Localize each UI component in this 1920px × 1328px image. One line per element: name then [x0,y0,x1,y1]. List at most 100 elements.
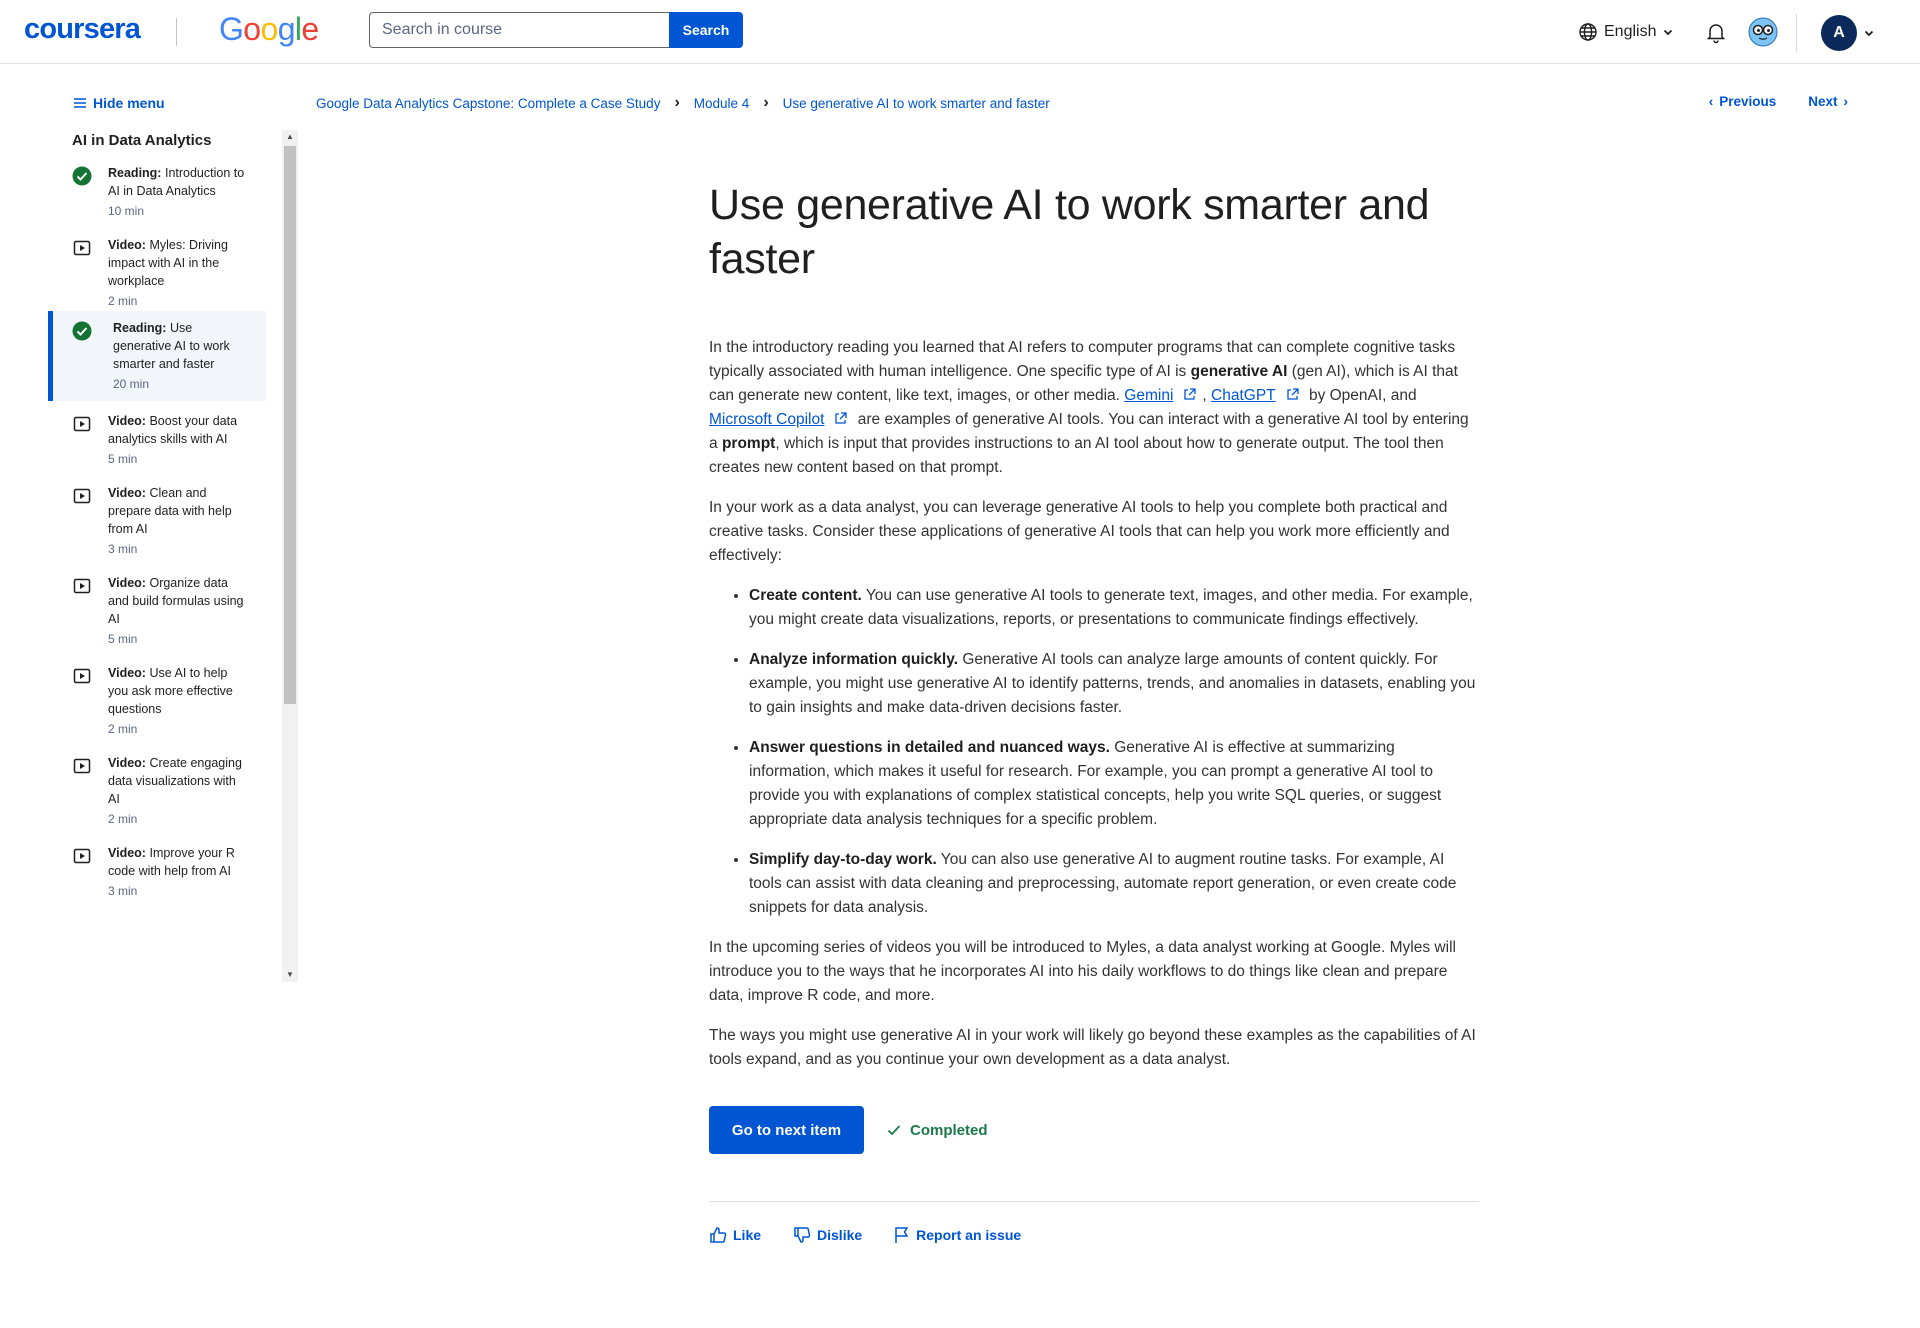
list-item: Simplify day-to-day work. You can also u… [749,848,1479,920]
completed-label: Completed [910,1121,988,1139]
header-divider [1796,14,1797,52]
chevron-left-icon: ‹ [1708,94,1714,109]
sidebar-item-title: Reading: Use generative AI to work smart… [113,321,230,371]
scroll-down-arrow-icon[interactable]: ▼ [285,970,295,980]
sidebar-item[interactable]: Video: Create engaging data visualizatio… [48,754,266,828]
flag-icon [895,1227,909,1243]
language-label: English [1604,23,1657,40]
reading-content: Use generative AI to work smarter and fa… [709,178,1479,1244]
chatgpt-link[interactable]: ChatGPT [1211,387,1276,404]
gemini-link[interactable]: Gemini [1124,387,1173,404]
thumbs-down-icon [794,1227,811,1243]
external-link-icon [835,412,848,424]
menu-icon [74,98,86,108]
scroll-thumb[interactable] [284,146,296,704]
sidebar-item[interactable]: Video: Organize data and build formulas … [48,574,266,648]
sidebar-item-duration: 3 min [108,884,138,898]
go-to-next-item-button[interactable]: Go to next item [709,1106,864,1154]
top-header: coursera Google Search English A [0,0,1920,64]
sidebar-item[interactable]: Video: Use AI to help you ask more effec… [48,664,266,738]
play-video-icon [73,240,91,256]
list-item: Analyze information quickly. Generative … [749,648,1479,720]
sidebar-item-duration: 10 min [108,204,145,218]
check-circle-icon [72,321,92,341]
external-link-icon [1286,388,1299,400]
sidebar-item[interactable]: Reading: Use generative AI to work smart… [48,311,266,401]
sidebar-item-duration: 2 min [108,294,138,308]
sidebar-item-duration: 3 min [108,542,138,556]
breadcrumb: Google Data Analytics Capstone: Complete… [316,94,1050,112]
avatar[interactable]: A [1821,15,1857,51]
play-video-icon [73,578,91,594]
language-selector[interactable]: English [1578,20,1674,44]
sidebar-item-title: Video: Use AI to help you ask more effec… [108,666,233,716]
applications-list: Create content. You can use generative A… [709,584,1479,920]
play-video-icon [73,848,91,864]
hide-menu-label: Hide menu [93,95,165,111]
sidebar-item-title: Video: Organize data and build formulas … [108,576,244,626]
like-button[interactable]: Like [709,1226,761,1244]
hide-menu-button[interactable]: Hide menu [73,95,165,111]
chevron-right-icon: › [674,94,680,111]
item-navigation: ‹ Previous Next › [1703,94,1854,109]
completion-actions: Go to next item Completed [709,1106,1479,1154]
sidebar-item[interactable]: Video: Boost your data analytics skills … [48,412,266,468]
globe-icon [1579,23,1597,41]
list-item: Create content. You can use generative A… [749,584,1479,632]
chevron-down-icon[interactable] [1863,27,1875,39]
dislike-button[interactable]: Dislike [793,1226,862,1244]
paragraph: In the introductory reading you learned … [709,339,1469,476]
feedback-bar: Like Dislike Report an issue [709,1226,1479,1244]
previous-button[interactable]: ‹ Previous [1703,94,1777,109]
article-body: In the introductory reading you learned … [709,336,1479,1072]
sidebar-item-title: Video: Create engaging data visualizatio… [108,756,242,806]
report-issue-button[interactable]: Report an issue [894,1226,1021,1244]
external-link-icon [1184,388,1197,400]
sidebar-item-duration: 2 min [108,722,138,736]
sidebar-item-title: Video: Boost your data analytics skills … [108,414,238,446]
sidebar-item-duration: 20 min [113,377,150,391]
sidebar-item-title: Video: Clean and prepare data with help … [108,486,232,536]
bell-icon[interactable] [1704,20,1728,44]
breadcrumb-course[interactable]: Google Data Analytics Capstone: Complete… [316,96,660,111]
chevron-right-icon: › [1843,94,1849,109]
content-divider [709,1201,1479,1202]
sidebar-item[interactable]: Video: Improve your R code with help fro… [48,844,266,900]
logo-divider [176,18,177,46]
breadcrumb-current[interactable]: Use generative AI to work smarter and fa… [783,96,1050,111]
sidebar-scrollbar[interactable]: ▲ ▼ [282,130,298,982]
course-sidebar: Hide menu AI in Data Analytics Reading: … [0,64,300,982]
next-button[interactable]: Next › [1808,94,1854,109]
paragraph: In the upcoming series of videos you wil… [709,939,1456,1004]
paragraph: The ways you might use generative AI in … [709,1027,1476,1068]
play-video-icon [73,488,91,504]
microsoft-copilot-link[interactable]: Microsoft Copilot [709,411,824,428]
chevron-down-icon [1664,29,1673,36]
list-item: Answer questions in detailed and nuanced… [749,736,1479,832]
play-video-icon [73,758,91,774]
search-input[interactable] [369,12,669,48]
coursera-logo[interactable]: coursera [24,13,141,46]
breadcrumb-module[interactable]: Module 4 [694,96,750,111]
page-title: Use generative AI to work smarter and fa… [709,181,1430,283]
play-video-icon [73,416,91,432]
sidebar-item-title: Video: Myles: Driving impact with AI in … [108,238,228,288]
sidebar-item-title: Video: Improve your R code with help fro… [108,846,235,878]
coach-mascot-icon[interactable] [1748,17,1778,47]
sidebar-item[interactable]: Reading: Introduction to AI in Data Anal… [48,164,266,220]
checkmark-icon [887,1125,901,1136]
google-logo[interactable]: Google [219,11,319,48]
scroll-up-arrow-icon[interactable]: ▲ [285,132,295,142]
sidebar-item[interactable]: Video: Myles: Driving impact with AI in … [48,236,266,310]
thumbs-up-icon [710,1227,727,1243]
sidebar-item[interactable]: Video: Clean and prepare data with help … [48,484,266,558]
check-circle-icon [72,166,92,186]
search-button[interactable]: Search [669,12,743,48]
play-video-icon [73,668,91,684]
paragraph: In your work as a data analyst, you can … [709,499,1450,564]
sidebar-item-duration: 5 min [108,632,138,646]
sidebar-item-duration: 2 min [108,812,138,826]
completed-status: Completed [886,1122,988,1139]
sidebar-item-duration: 5 min [108,452,138,466]
chevron-right-icon: › [763,94,769,111]
